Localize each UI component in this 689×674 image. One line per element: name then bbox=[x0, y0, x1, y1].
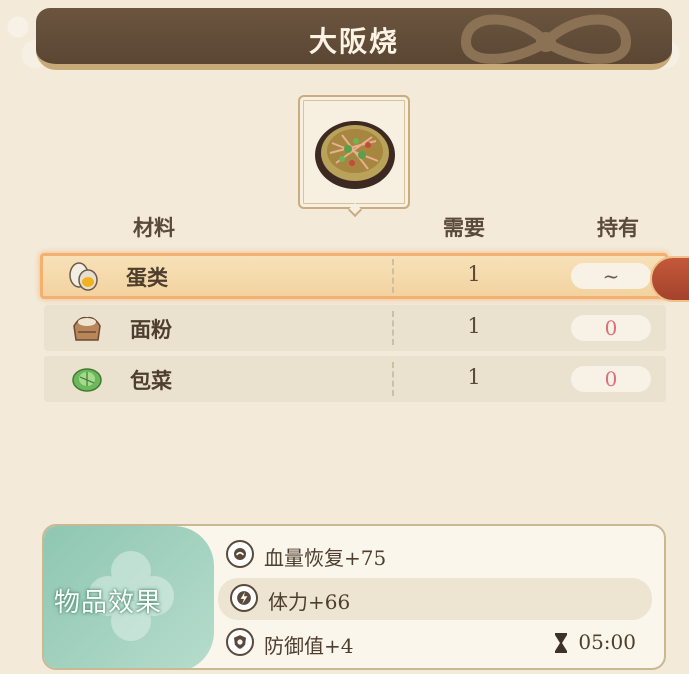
effects-title: 物品效果 bbox=[54, 588, 163, 618]
health-restore-icon bbox=[226, 540, 254, 568]
ingredient-name: 蛋类 bbox=[126, 265, 168, 290]
dish-frame[interactable] bbox=[298, 95, 410, 218]
effect-duration: 05:00 bbox=[578, 630, 636, 654]
cabbage-icon bbox=[72, 368, 102, 392]
item-effects-panel: 物品效果 血量恢复+75 体力+66 防御值+4 05:00 bbox=[42, 524, 666, 670]
defense-shield-icon bbox=[226, 628, 254, 656]
effect-item: 体力+66 bbox=[218, 578, 652, 620]
hourglass-icon bbox=[555, 633, 567, 653]
effect-item: 防御值+4 05:00 bbox=[214, 622, 654, 664]
ingredient-name: 包菜 bbox=[130, 368, 172, 393]
ingredient-have: 0 bbox=[571, 315, 651, 341]
ingredient-need: 1 bbox=[467, 262, 481, 286]
header-material: 材料 bbox=[133, 215, 175, 240]
effect-text: 血量恢复+75 bbox=[264, 546, 387, 570]
header-have: 持有 bbox=[597, 215, 639, 240]
ingredient-row-flour[interactable]: 面粉 1 0 bbox=[44, 305, 666, 351]
okonomiyaki-icon bbox=[315, 121, 395, 189]
effect-item: 血量恢复+75 bbox=[214, 534, 654, 576]
effect-text: 体力+66 bbox=[268, 590, 351, 614]
stamina-lightning-icon bbox=[230, 584, 258, 612]
ingredient-need: 1 bbox=[467, 314, 481, 338]
ingredient-row-cabbage[interactable]: 包菜 1 0 bbox=[44, 356, 666, 402]
ingredient-name: 面粉 bbox=[130, 317, 172, 342]
effects-header: 物品效果 bbox=[44, 526, 214, 668]
egg-icon bbox=[69, 262, 98, 291]
ingredient-row-egg[interactable]: 蛋类 1 ~ bbox=[40, 253, 668, 299]
side-tab-button[interactable] bbox=[650, 256, 689, 302]
ingredient-have: ~ bbox=[571, 263, 651, 289]
header-need: 需要 bbox=[443, 215, 485, 240]
ingredient-have: 0 bbox=[571, 366, 651, 392]
title-banner: 大阪烧 bbox=[36, 8, 672, 70]
ingredient-need: 1 bbox=[467, 365, 481, 389]
flour-sack-icon bbox=[73, 316, 101, 341]
page-title: 大阪烧 bbox=[308, 25, 399, 58]
effect-text: 防御值+4 bbox=[264, 634, 354, 658]
